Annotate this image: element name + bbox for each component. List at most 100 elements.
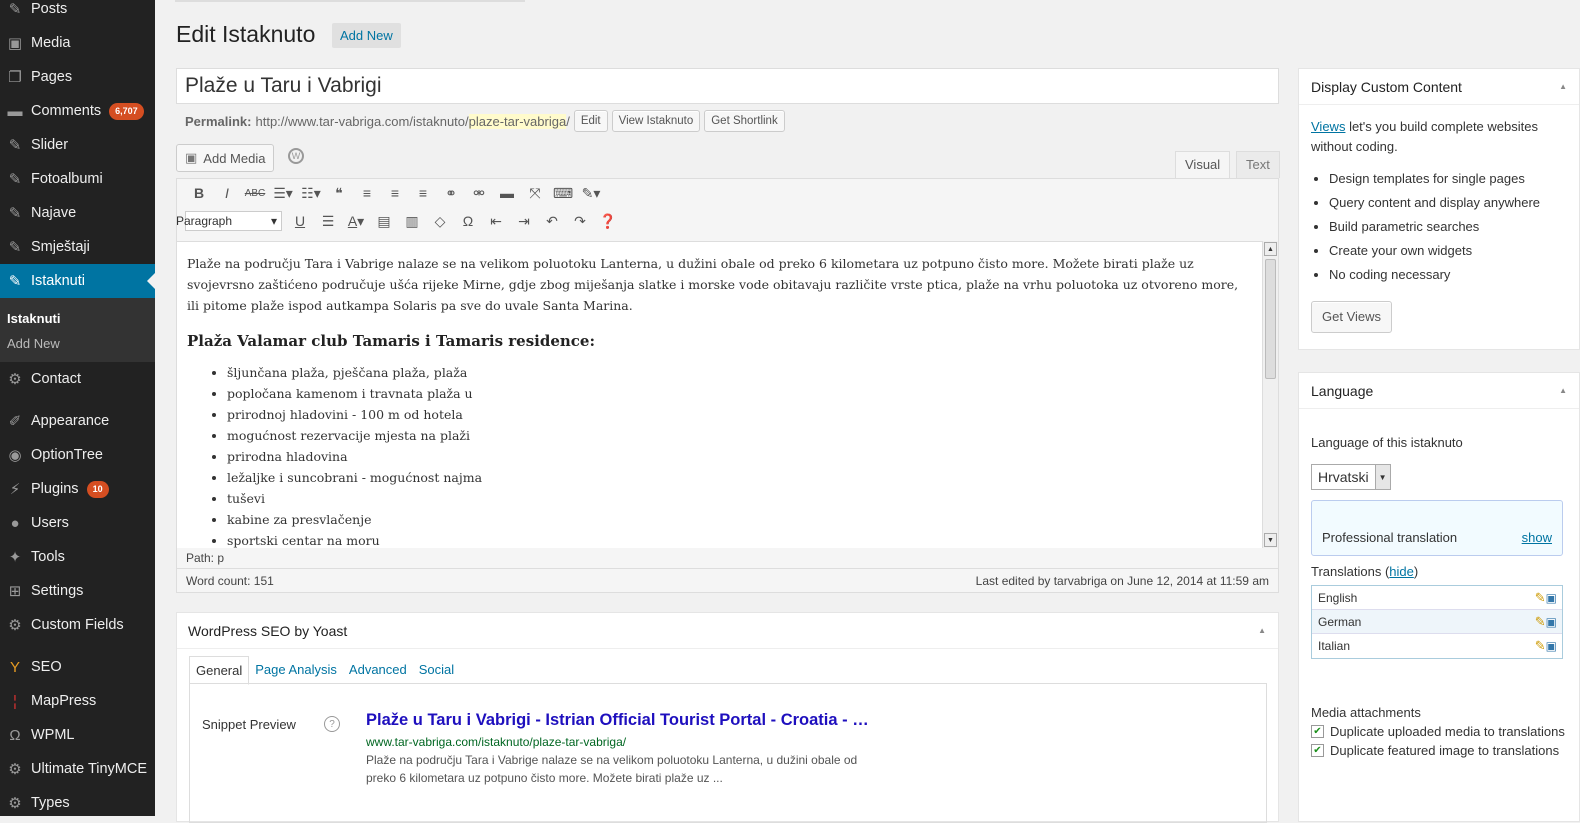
checkbox[interactable]: ✔ xyxy=(1311,725,1324,738)
permalink-slug[interactable]: plaze-tar-vabriga xyxy=(468,113,567,129)
more-tag-icon[interactable]: ▬ xyxy=(493,185,521,201)
italic-icon[interactable]: I xyxy=(213,185,241,201)
dcc-header[interactable]: Display Custom Content ▲ xyxy=(1299,69,1579,105)
menu-plugins[interactable]: ⚡ Plugins 10 xyxy=(0,472,155,506)
add-media-button[interactable]: ▣ Add Media xyxy=(176,144,275,172)
menu-smjestaji[interactable]: ✎ Smještaji xyxy=(0,230,155,264)
special-character-icon[interactable]: Ω xyxy=(454,213,482,229)
add-translation-icon[interactable]: ▣ xyxy=(1546,639,1557,653)
add-translation-icon[interactable]: ▣ xyxy=(1546,591,1557,605)
chevron-down-icon: ▼ xyxy=(1374,465,1390,489)
get-shortlink-button[interactable]: Get Shortlink xyxy=(704,110,785,132)
format-select[interactable]: Paragraph ▾ xyxy=(176,211,282,231)
blockquote-icon[interactable]: ❝ xyxy=(325,185,353,202)
scroll-thumb[interactable] xyxy=(1265,259,1276,379)
link-icon[interactable]: ⚭ xyxy=(437,185,465,202)
duplicate-featured-checkbox[interactable]: ✔ Duplicate featured image to translation… xyxy=(1311,741,1567,760)
wordpress-icon[interactable]: W xyxy=(288,148,304,164)
editor-content-area[interactable]: Plaže na području Tara i Vabrige nalaze … xyxy=(177,241,1262,548)
views-link[interactable]: Views xyxy=(1311,119,1345,134)
collapse-icon[interactable]: ▲ xyxy=(1258,626,1266,635)
scroll-up-icon[interactable]: ▲ xyxy=(1264,242,1277,256)
justify-icon[interactable]: ☰ xyxy=(314,213,342,230)
text-color-icon[interactable]: A ▾ xyxy=(342,213,370,230)
list-item: sportski centar na moru xyxy=(227,530,1252,548)
menu-fotoalbumi[interactable]: ✎ Fotoalbumi xyxy=(0,162,155,196)
page-title: Edit Istaknuto xyxy=(176,21,316,47)
underline-icon[interactable]: U xyxy=(286,213,314,229)
menu-users[interactable]: ● Users xyxy=(0,506,155,540)
scroll-down-icon[interactable]: ▼ xyxy=(1264,533,1277,547)
add-translation-icon[interactable]: ▣ xyxy=(1546,615,1557,629)
menu-appearance[interactable]: ✐ Appearance xyxy=(0,404,155,438)
strikethrough-icon[interactable]: ABC xyxy=(241,188,269,199)
hide-link[interactable]: hide xyxy=(1389,564,1414,579)
unlink-icon[interactable]: ⚮ xyxy=(465,185,493,202)
align-right-icon[interactable]: ≡ xyxy=(409,185,437,201)
menu-settings[interactable]: ⊞ Settings xyxy=(0,574,155,608)
paste-text-icon[interactable]: ▤ xyxy=(370,213,398,230)
editor-scrollbar[interactable]: ▲ ▼ xyxy=(1262,241,1278,548)
submenu-istaknuti[interactable]: Istaknuti xyxy=(0,306,155,331)
bullet-list-icon[interactable]: ☰▾ xyxy=(269,185,297,202)
media-attachments: Media attachments ✔ Duplicate uploaded me… xyxy=(1311,703,1567,760)
seo-tab-advanced[interactable]: Advanced xyxy=(343,656,413,685)
seo-header[interactable]: WordPress SEO by Yoast ▲ xyxy=(177,613,1278,649)
show-link[interactable]: show xyxy=(1522,530,1552,545)
indent-icon[interactable]: ⇥ xyxy=(510,213,538,230)
collapse-icon[interactable]: ▲ xyxy=(1559,82,1567,91)
clear-formatting-icon[interactable]: ◇ xyxy=(426,213,454,230)
keyboard-icon[interactable]: ⌨ xyxy=(549,185,577,202)
menu-custom-fields[interactable]: ⚙ Custom Fields xyxy=(0,608,155,642)
help-icon[interactable]: ❓ xyxy=(594,213,622,230)
align-center-icon[interactable]: ≡ xyxy=(381,185,409,201)
menu-ultimate-tinymce[interactable]: ⚙ Ultimate TinyMCE xyxy=(0,752,155,786)
paste-word-icon[interactable]: ▥ xyxy=(398,213,426,230)
fullscreen-icon[interactable]: ⤧ xyxy=(521,185,549,202)
menu-posts[interactable]: ✎ Posts xyxy=(0,0,155,26)
gear-icon: ⚙ xyxy=(8,371,22,388)
menu-optiontree[interactable]: ◉ OptionTree xyxy=(0,438,155,472)
seo-tab-page-analysis[interactable]: Page Analysis xyxy=(249,656,343,685)
get-views-button[interactable]: Get Views xyxy=(1311,301,1393,333)
menu-media[interactable]: ▣ Media xyxy=(0,26,155,60)
media-attachments-title: Media attachments xyxy=(1311,705,1421,720)
menu-comments[interactable]: ▬ Comments 6,707 xyxy=(0,94,155,128)
menu-types[interactable]: ⚙ Types xyxy=(0,786,155,816)
view-istaknuto-button[interactable]: View Istaknuto xyxy=(611,110,701,132)
add-new-button[interactable]: Add New xyxy=(332,23,401,48)
post-title-input[interactable]: Plaže u Taru i Vabrigi xyxy=(176,68,1279,104)
redo-icon[interactable]: ↷ xyxy=(566,213,594,230)
duplicate-media-checkbox[interactable]: ✔ Duplicate uploaded media to translation… xyxy=(1311,722,1567,741)
menu-contact[interactable]: ⚙ Contact xyxy=(0,362,155,396)
menu-slider[interactable]: ✎ Slider xyxy=(0,128,155,162)
tab-visual[interactable]: Visual xyxy=(1175,151,1231,178)
edit-pencil-icon[interactable]: ✎ xyxy=(1535,590,1546,605)
edit-pencil-icon[interactable]: ✎ xyxy=(1535,638,1546,653)
collapse-icon[interactable]: ▲ xyxy=(1559,386,1567,395)
submenu-add-new[interactable]: Add New xyxy=(0,331,155,356)
help-icon[interactable]: ? xyxy=(324,716,340,732)
language-header[interactable]: Language ▲ xyxy=(1299,373,1579,409)
language-select[interactable]: Hrvatski ▼ xyxy=(1311,464,1391,490)
menu-pages[interactable]: ❐ Pages xyxy=(0,60,155,94)
menu-tools[interactable]: ✦ Tools xyxy=(0,540,155,574)
tab-text[interactable]: Text xyxy=(1236,151,1280,178)
content-paragraph: Plaže na području Tara i Vabrige nalaze … xyxy=(187,256,1239,313)
toolbar-toggle-icon[interactable]: ✎▾ xyxy=(577,185,605,202)
undo-icon[interactable]: ↶ xyxy=(538,213,566,230)
menu-wpml[interactable]: Ω WPML xyxy=(0,718,155,752)
bold-icon[interactable]: B xyxy=(185,185,213,201)
seo-tab-social[interactable]: Social xyxy=(413,656,460,685)
permalink-edit-button[interactable]: Edit xyxy=(573,110,608,132)
menu-seo[interactable]: Y SEO xyxy=(0,650,155,684)
menu-najave[interactable]: ✎ Najave xyxy=(0,196,155,230)
edit-pencil-icon[interactable]: ✎ xyxy=(1535,614,1546,629)
align-left-icon[interactable]: ≡ xyxy=(353,185,381,201)
menu-istaknuti[interactable]: ✎ Istaknuti xyxy=(0,264,155,298)
seo-tab-general[interactable]: General xyxy=(189,656,250,685)
menu-mappress[interactable]: ¦ MapPress xyxy=(0,684,155,718)
outdent-icon[interactable]: ⇤ xyxy=(482,213,510,230)
checkbox[interactable]: ✔ xyxy=(1311,744,1324,757)
numbered-list-icon[interactable]: ☷▾ xyxy=(297,185,325,202)
